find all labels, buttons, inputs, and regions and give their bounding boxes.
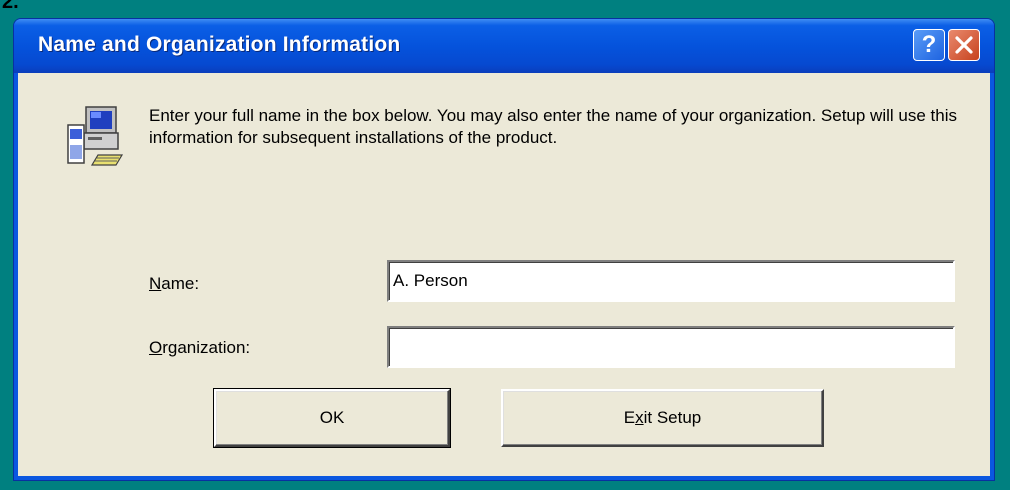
close-button[interactable] bbox=[948, 29, 980, 61]
help-icon: ? bbox=[921, 31, 937, 58]
ok-button[interactable]: OK bbox=[213, 388, 451, 448]
name-input[interactable] bbox=[387, 260, 955, 302]
organization-label-text: rganization: bbox=[162, 338, 251, 357]
name-label-access-key: N bbox=[149, 274, 162, 293]
exit-label-access-key: x bbox=[635, 408, 644, 427]
name-label-text: ame: bbox=[161, 274, 200, 293]
exit-label-start: E bbox=[623, 408, 636, 427]
dialog-body: Enter your full name in the box below. Y… bbox=[18, 73, 990, 476]
corner-text: 2. bbox=[2, 0, 19, 13]
organization-label: Organization: bbox=[149, 338, 250, 358]
organization-label-access-key: O bbox=[149, 338, 163, 357]
organization-input[interactable] bbox=[387, 326, 955, 368]
close-icon bbox=[955, 36, 973, 54]
exit-label-end: it Setup bbox=[643, 408, 702, 427]
name-label: Name: bbox=[149, 274, 199, 294]
title-bar[interactable]: Name and Organization Information ? bbox=[14, 19, 994, 73]
instruction-text: Enter your full name in the box below. Y… bbox=[149, 106, 957, 147]
exit-setup-button[interactable]: Exit Setup bbox=[501, 389, 824, 447]
dialog-title: Name and Organization Information bbox=[38, 33, 401, 56]
help-button[interactable]: ? bbox=[913, 29, 945, 61]
setup-computer-icon bbox=[67, 106, 124, 166]
dialog-window: Name and Organization Information ? Ente… bbox=[13, 18, 995, 481]
